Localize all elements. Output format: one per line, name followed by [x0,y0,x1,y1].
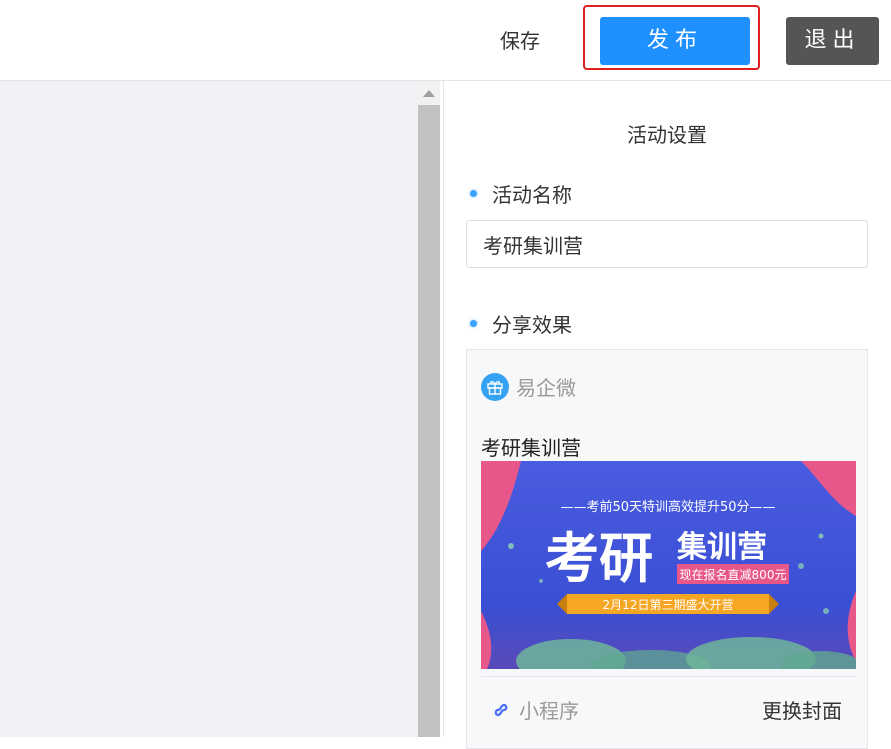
share-card-title: 考研集训营 [481,436,581,460]
top-toolbar: 保存 发布 退出 [0,0,891,81]
publish-button[interactable]: 发布 [600,17,750,65]
share-effect-label: 分享效果 [492,313,572,337]
brand-name: 易企微 [516,376,576,400]
change-cover-button[interactable]: 更换封面 [762,695,842,724]
scroll-up-arrow-icon[interactable] [418,81,440,105]
mini-program-label: 小程序 [519,699,579,723]
mini-program-indicator: 小程序 [493,695,579,724]
brand-row: 易企微 [481,372,576,401]
banner-ribbon-text: 2月12日第三期盛大开营 [603,597,734,612]
activity-name-section-label: 活动名称 [470,179,572,208]
scrollbar-thumb[interactable] [418,105,440,737]
activity-name-label: 活动名称 [492,183,572,207]
gift-icon [481,372,509,401]
banner-promo-tag: 现在报名直减800元 [680,567,787,582]
activity-settings-panel: 活动设置 活动名称 分享效果 易企微 考研集训营 [443,81,891,749]
share-preview-card: 易企微 考研集训营 ——考前50天特训高效提升50分—— 考研 集训营 现在报名… [466,349,868,749]
share-effect-section-label: 分享效果 [470,309,572,338]
cover-banner-image: ——考前50天特训高效提升50分—— 考研 集训营 现在报名直减800元 2月1… [481,461,856,669]
editor-canvas [0,81,418,737]
panel-title: 活动设置 [627,123,707,147]
dot-bullet-icon [470,320,477,327]
banner-side-text: 集训营 [676,530,767,565]
save-button[interactable]: 保存 [490,22,550,60]
exit-button[interactable]: 退出 [786,17,879,65]
banner-tagline: ——考前50天特训高效提升50分—— [560,499,775,515]
activity-name-input[interactable] [466,220,868,268]
canvas-scrollbar[interactable] [418,81,440,737]
banner-big-text: 考研 [545,527,653,590]
dot-bullet-icon [470,190,477,197]
share-card-footer: 小程序 更换封面 [481,676,856,737]
mini-program-icon [493,700,513,720]
